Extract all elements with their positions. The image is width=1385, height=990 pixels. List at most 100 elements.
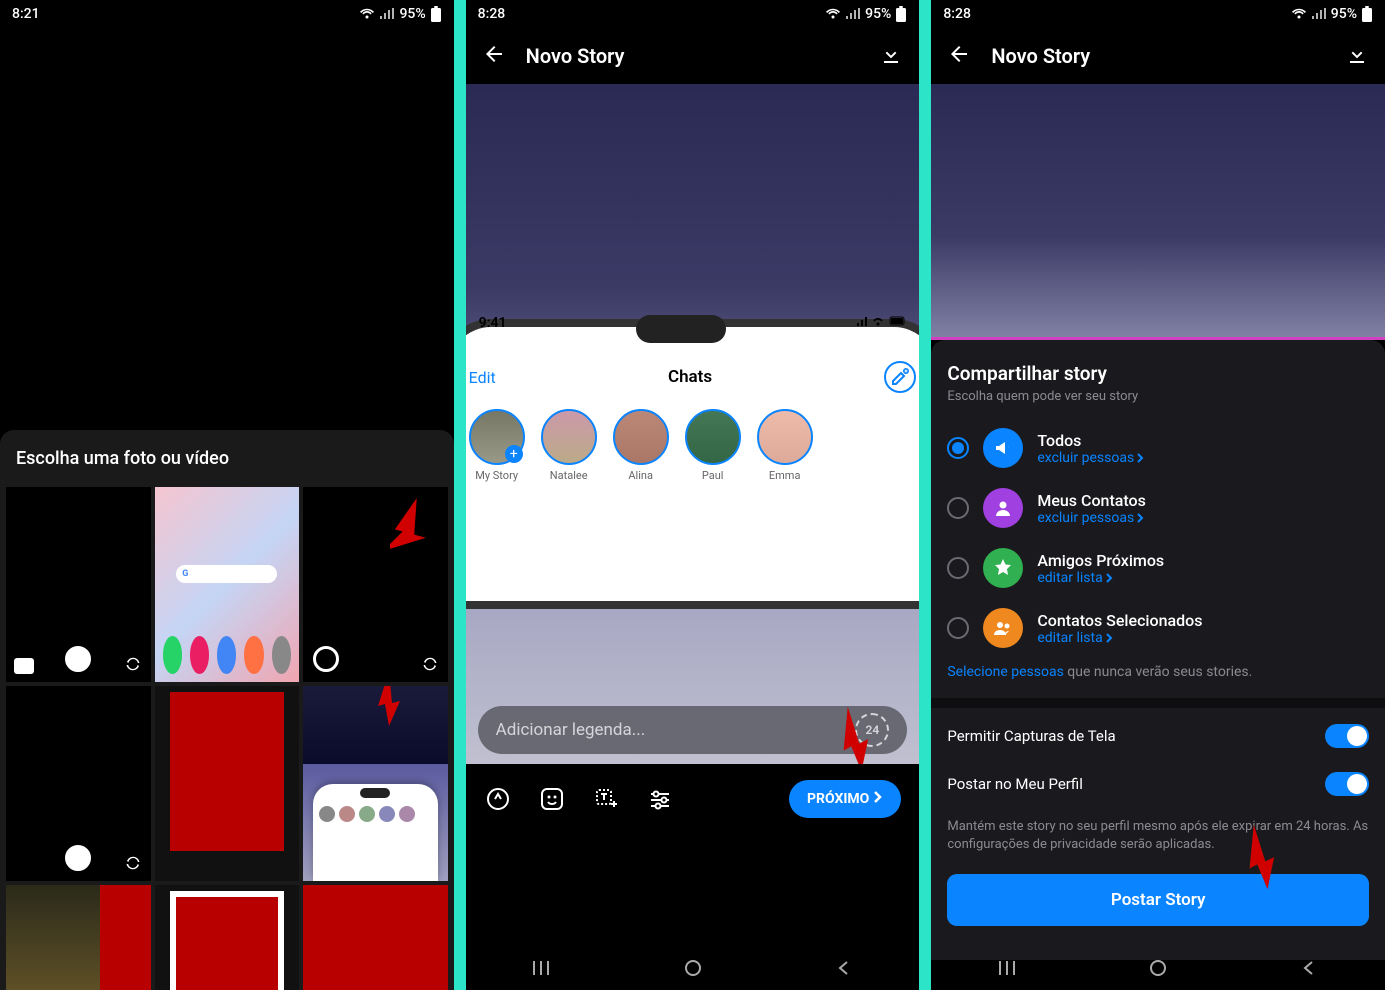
wifi-icon — [825, 8, 841, 20]
post-story-button[interactable]: Postar Story — [947, 874, 1369, 926]
caption-input[interactable]: Adicionar legenda... — [496, 720, 844, 740]
audience-option-selecionados[interactable]: Contatos Selecionados editar lista — [947, 598, 1369, 658]
media-thumb[interactable] — [155, 885, 300, 990]
next-label: PRÓXIMO — [807, 791, 869, 807]
app-icon — [217, 636, 236, 674]
radio-icon — [947, 497, 969, 519]
page-title: Novo Story — [991, 44, 1325, 68]
screen-3-share: 8:28 95% Novo Story Compartilhar story E… — [931, 0, 1385, 990]
audience-option-todos[interactable]: Todos excluir pessoas — [947, 418, 1369, 478]
thumb-frame — [170, 891, 285, 990]
mock-signal-icon — [856, 315, 906, 343]
next-button[interactable]: PRÓXIMO — [789, 780, 901, 818]
person-icon — [983, 488, 1023, 528]
battery-percent: 95% — [1331, 6, 1357, 22]
setting-profile: Postar no Meu Perfil — [947, 764, 1369, 812]
media-thumb[interactable] — [303, 487, 448, 682]
recents-icon[interactable] — [531, 958, 551, 982]
option-action[interactable]: excluir pessoas — [1037, 450, 1369, 466]
option-label: Todos — [1037, 431, 1369, 450]
option-action[interactable]: excluir pessoas — [1037, 510, 1369, 526]
download-icon[interactable] — [1345, 42, 1369, 70]
switch-camera-icon — [422, 656, 438, 672]
status-time: 8:28 — [943, 6, 971, 22]
option-action[interactable]: editar lista — [1037, 630, 1369, 646]
toggle-on[interactable] — [1325, 772, 1369, 796]
mock-time: 9:41 — [479, 315, 507, 343]
media-thumb[interactable] — [155, 686, 300, 881]
mock-edit-link: Edit — [469, 368, 496, 387]
option-label: Amigos Próximos — [1037, 551, 1369, 570]
screen-1-picker: 8:21 95% Escolha uma foto ou vídeo — [0, 0, 466, 990]
media-thumb[interactable] — [303, 885, 448, 990]
app-icon — [272, 636, 291, 674]
back-icon[interactable] — [482, 42, 506, 70]
header: Novo Story — [931, 28, 1385, 84]
media-picker-panel: Escolha uma foto ou vídeo G — [0, 430, 454, 990]
setting-label: Permitir Capturas de Tela — [947, 727, 1115, 745]
battery-percent: 95% — [865, 6, 891, 22]
switch-camera-icon — [125, 656, 141, 672]
annotation-arrow — [829, 700, 879, 764]
audience-option-contatos[interactable]: Meus Contatos excluir pessoas — [947, 478, 1369, 538]
status-right: 95% — [1291, 6, 1373, 22]
battery-icon — [895, 6, 907, 22]
status-bar: 8:28 95% — [931, 0, 1385, 28]
status-bar: 8:21 95% — [0, 0, 454, 28]
android-nav — [931, 950, 1385, 990]
back-icon[interactable] — [1299, 958, 1319, 982]
status-right: 95% — [825, 6, 907, 22]
signal-icon — [379, 8, 395, 20]
option-label: Contatos Selecionados — [1037, 611, 1369, 630]
setting-label: Postar no Meu Perfil — [947, 775, 1083, 793]
media-thumb[interactable]: G — [155, 487, 300, 682]
megaphone-icon — [983, 428, 1023, 468]
story-preview — [931, 84, 1385, 340]
status-time: 8:21 — [12, 6, 40, 22]
select-people-text: Selecione pessoas que nunca verão seus s… — [947, 658, 1369, 698]
share-subtitle: Escolha quem pode ver seu story — [947, 389, 1369, 404]
annotation-arrow — [370, 686, 408, 726]
notch — [636, 315, 726, 343]
avatar-item: My Story — [469, 409, 525, 482]
battery-icon — [1361, 6, 1373, 22]
download-icon[interactable] — [879, 42, 903, 70]
header: Novo Story — [466, 28, 920, 84]
battery-icon — [430, 6, 442, 22]
mock-chats-title: Chats — [668, 367, 712, 387]
setting-description: Mantém este story no seu perfil mesmo ap… — [947, 812, 1369, 868]
media-thumb[interactable] — [303, 686, 448, 881]
option-action[interactable]: editar lista — [1037, 570, 1369, 586]
radio-icon — [947, 557, 969, 579]
status-right: 95% — [359, 6, 441, 22]
recents-icon[interactable] — [997, 958, 1017, 982]
editor-toolbar: PRÓXIMO — [466, 764, 920, 834]
battery-percent: 95% — [399, 6, 425, 22]
media-thumb[interactable] — [6, 885, 151, 990]
audience-option-amigos[interactable]: Amigos Próximos editar lista — [947, 538, 1369, 598]
annotation-arrow — [1235, 818, 1285, 890]
media-thumb[interactable] — [6, 686, 151, 881]
avatar-item: Alina — [613, 409, 669, 482]
media-thumb[interactable] — [6, 487, 151, 682]
signal-icon — [1311, 8, 1327, 20]
capture-marker — [65, 646, 91, 672]
divider — [931, 698, 1385, 708]
home-icon[interactable] — [683, 958, 703, 982]
brush-icon[interactable] — [484, 785, 512, 813]
select-people-link[interactable]: Selecione pessoas — [947, 664, 1063, 680]
compose-icon — [884, 361, 916, 393]
home-icon[interactable] — [1148, 958, 1168, 982]
sticker-icon[interactable] — [538, 785, 566, 813]
avatar-item: Natalee — [541, 409, 597, 482]
avatar-item: Emma — [757, 409, 813, 482]
adjust-icon[interactable] — [646, 785, 674, 813]
star-icon — [983, 548, 1023, 588]
toggle-on[interactable] — [1325, 724, 1369, 748]
text-icon[interactable] — [592, 785, 620, 813]
radio-icon — [947, 617, 969, 639]
annotation-arrow — [390, 497, 428, 557]
wifi-icon — [359, 8, 375, 20]
back-icon[interactable] — [947, 42, 971, 70]
back-icon[interactable] — [834, 958, 854, 982]
